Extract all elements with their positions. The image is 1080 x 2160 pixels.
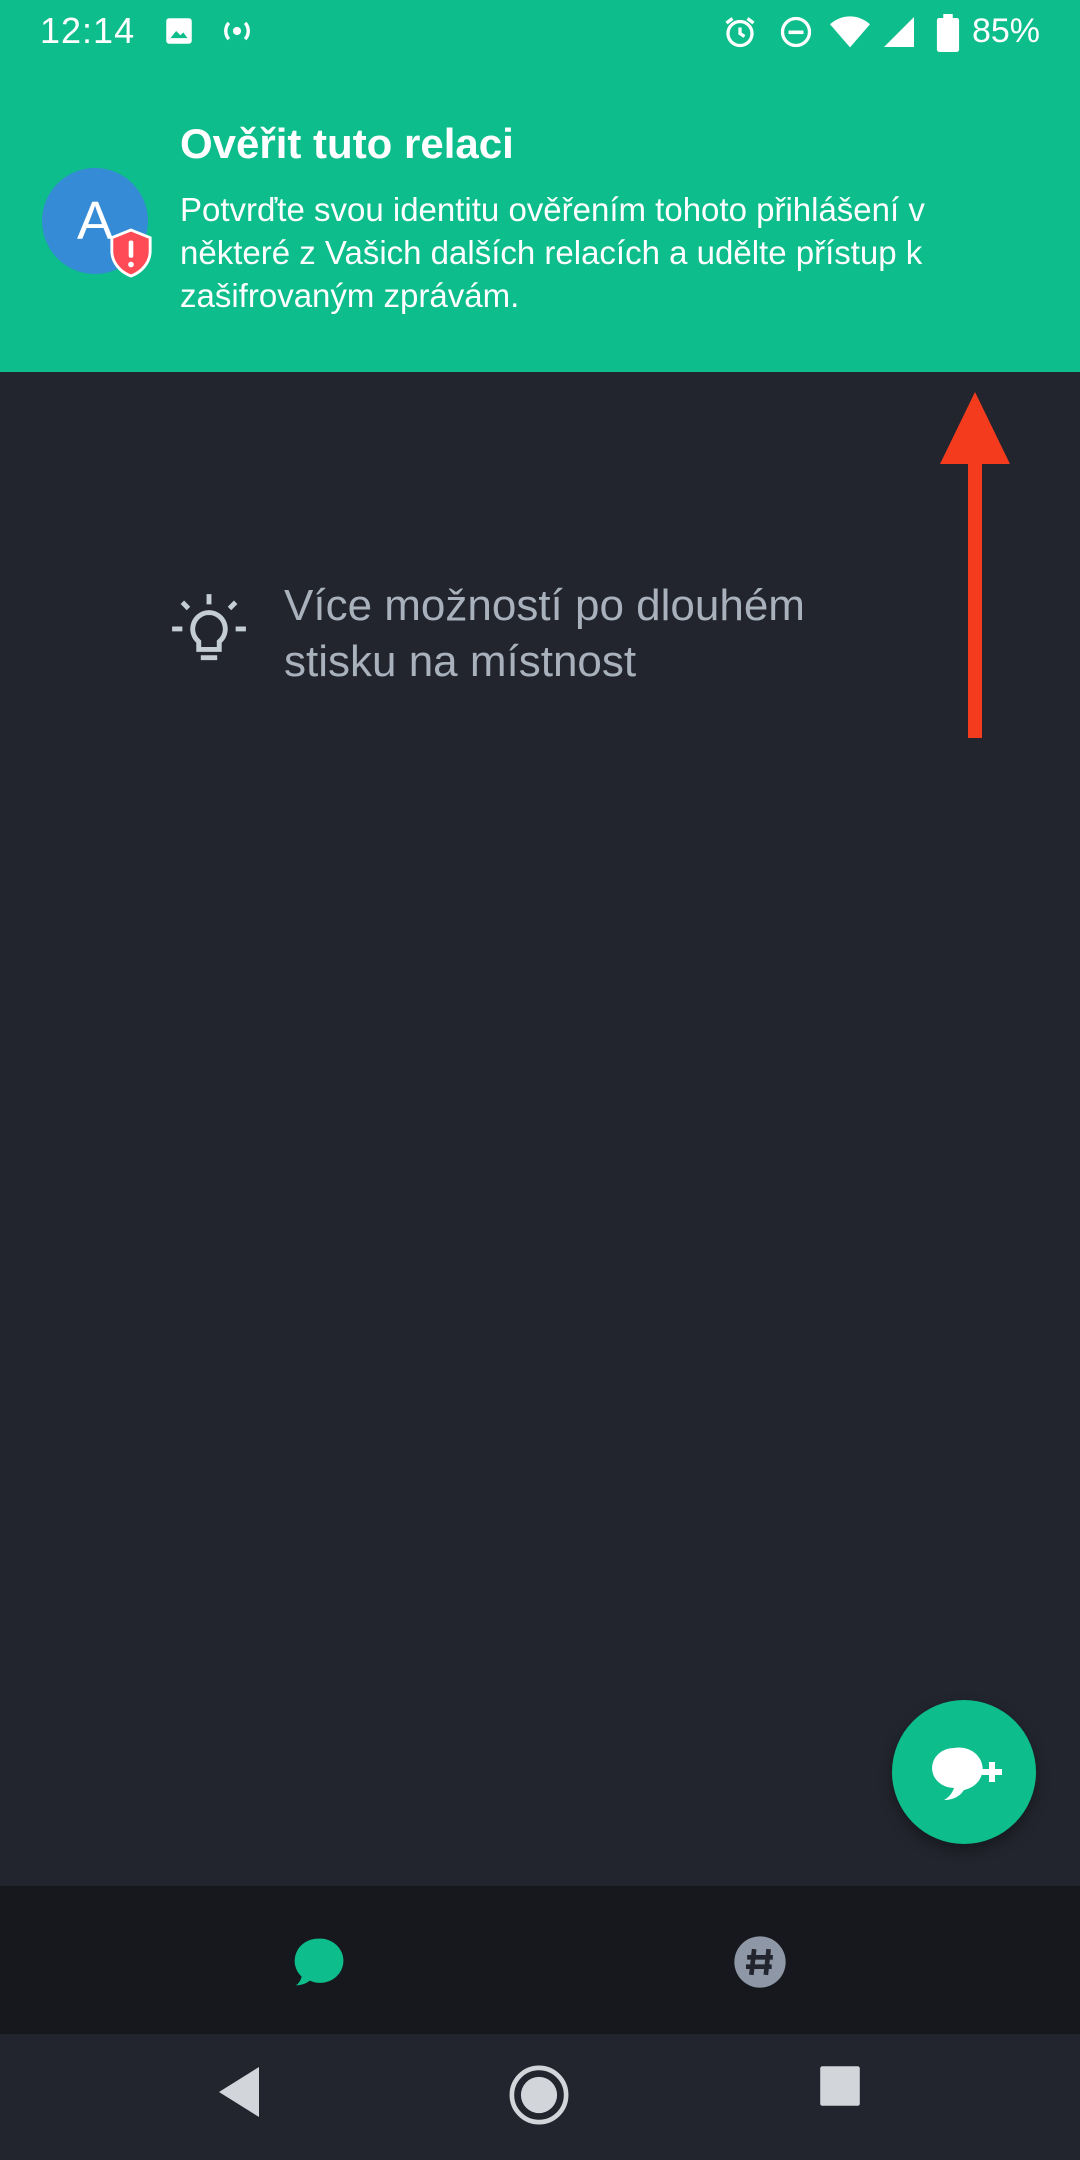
dnd-icon: [780, 16, 812, 48]
hotspot-icon: [224, 21, 250, 41]
bottom-navigation: [0, 1886, 1080, 2034]
status-time: 12:14: [40, 10, 136, 51]
battery-icon: [936, 14, 960, 52]
image-icon: [166, 18, 192, 44]
wifi-icon: [830, 16, 870, 48]
tab-explore-rooms[interactable]: [540, 1886, 1080, 2034]
shield-warning-icon: [110, 228, 152, 278]
hashtag-icon: [734, 1936, 786, 1988]
new-chat-button[interactable]: [892, 1700, 1036, 1844]
new-chat-icon: [932, 1747, 1002, 1800]
lightbulb-icon: [172, 594, 246, 661]
annotation-arrow: [940, 392, 1010, 738]
back-icon[interactable]: [214, 2064, 264, 2120]
alarm-icon: [725, 17, 755, 48]
hint-text: Více možností po dlouhém stisku na místn…: [284, 581, 805, 686]
header-area: 12:14 85% A Ověřit tuto relaci Potvrďte …: [0, 0, 1080, 372]
battery-percentage: 85%: [971, 12, 1040, 50]
tab-rooms[interactable]: [0, 1886, 540, 2034]
chat-bubble-icon: [294, 1938, 344, 1986]
system-navigation: [0, 2034, 1080, 2160]
banner-title: Ověřit tuto relaci: [180, 120, 514, 167]
home-icon[interactable]: [508, 2064, 570, 2126]
status-bar: 12:14 85%: [0, 0, 1080, 66]
screen: 12:14 85% A Ověřit tuto relaci Potvrďte …: [0, 0, 1080, 2160]
verify-session-banner[interactable]: A Ověřit tuto relaci Potvrďte svou ident…: [0, 100, 1080, 372]
banner-description: Potvrďte svou identitu ověřením tohoto p…: [180, 191, 925, 314]
signal-icon: [884, 17, 914, 47]
recents-icon[interactable]: [818, 2064, 862, 2108]
